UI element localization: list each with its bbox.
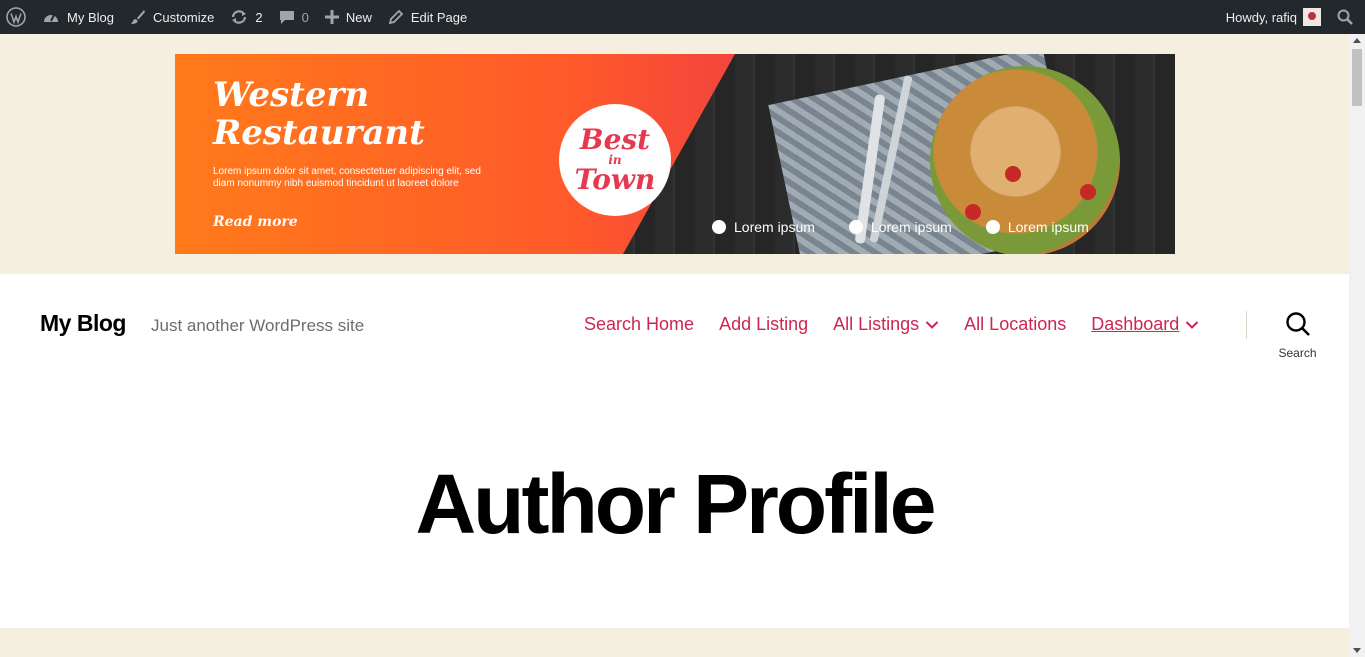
nav-item-all-locations[interactable]: All Locations [964,314,1066,335]
nav-item-search-home[interactable]: Search Home [584,314,694,335]
badge-line3: Town [574,163,656,196]
howdy-label: Howdy, rafiq [1225,9,1297,25]
site-header: My Blog Just another WordPress site Sear… [0,274,1349,628]
scrollbar-thumb[interactable] [1352,49,1362,106]
restaurant-banner-image[interactable]: Western Restaurant Lorem ipsum dolor sit… [175,54,1175,254]
nav-label: Dashboard [1091,314,1180,334]
header-divider [1246,311,1247,339]
tomato-graphic [1005,166,1021,182]
comment-bubble-icon [279,9,295,25]
admin-bar: My Blog Customize 2 0 New Edit Page Howd… [0,0,1365,34]
nav-label: Add Listing [719,314,809,334]
chevron-down-icon[interactable] [925,320,939,330]
site-tagline: Just another WordPress site [151,316,365,335]
scroll-down-arrow-icon[interactable] [1353,648,1361,653]
banner-bullet: Lorem ipsum [986,219,1089,235]
wordpress-logo-icon [6,7,26,27]
nav-label: Search Home [584,314,695,334]
edit-page-link[interactable]: Edit Page [380,0,475,34]
content-band [0,628,1349,657]
search-toggle-button[interactable]: Search [1270,311,1325,360]
nav-item-dashboard[interactable]: Dashboard [1091,314,1199,335]
nav-item-add-listing[interactable]: Add Listing [719,314,808,335]
new-label: New [345,9,372,25]
tomato-graphic [965,204,981,220]
primary-menu: Search Home Add Listing All Listings All… [584,314,1224,335]
nav-label: All Listings [833,314,920,334]
new-content-menu[interactable]: New [317,0,380,34]
search-toggle-label: Search [1278,346,1317,360]
banner-bullet: Lorem ipsum [849,219,952,235]
banner-description: Lorem ipsum dolor sit amet, consectetuer… [213,166,481,189]
banner-bullets: Lorem ipsum Lorem ipsum Lorem ipsum [712,219,1089,235]
banner-read-more: Read more [213,214,298,230]
banner-title: Western Restaurant [213,76,425,152]
wp-logo-menu[interactable] [0,0,34,34]
customize-link[interactable]: Customize [122,0,222,34]
customize-label: Customize [152,9,215,25]
header-banner-area: Western Restaurant Lorem ipsum dolor sit… [0,34,1349,274]
best-in-town-badge: Best in Town [559,104,671,216]
banner-title-line1: Western [213,75,370,115]
site-name-label: My Blog [67,9,114,25]
updates-count: 2 [255,9,263,25]
banner-bullet: Lorem ipsum [712,219,815,235]
site-name-menu[interactable]: My Blog [34,0,122,34]
paintbrush-icon [130,9,146,25]
search-icon [1337,9,1353,25]
updates-refresh-icon [230,9,248,25]
edit-page-label: Edit Page [410,9,468,25]
nav-item-all-listings[interactable]: All Listings [833,314,939,335]
chevron-down-icon[interactable] [1185,320,1199,330]
comments-count: 0 [301,9,309,25]
avatar [1303,8,1321,26]
site-title-link[interactable]: My Blog [40,310,126,337]
pencil-icon [388,9,404,25]
search-icon [1285,311,1311,342]
badge-line1: Best [579,123,651,156]
page-title: Author Profile [415,457,937,551]
comments-link[interactable]: 0 [271,0,317,34]
banner-title-line2: Restaurant [213,113,425,153]
plus-icon [324,10,339,24]
tomato-graphic [1080,184,1096,200]
page-scrollbar[interactable] [1349,34,1365,657]
updates-link[interactable]: 2 [222,0,270,34]
scroll-up-arrow-icon[interactable] [1353,38,1361,43]
my-account-menu[interactable]: Howdy, rafiq [1218,0,1329,34]
nav-label: All Locations [964,314,1067,334]
adminbar-search[interactable] [1329,0,1365,34]
dashboard-gauge-icon [42,9,60,25]
